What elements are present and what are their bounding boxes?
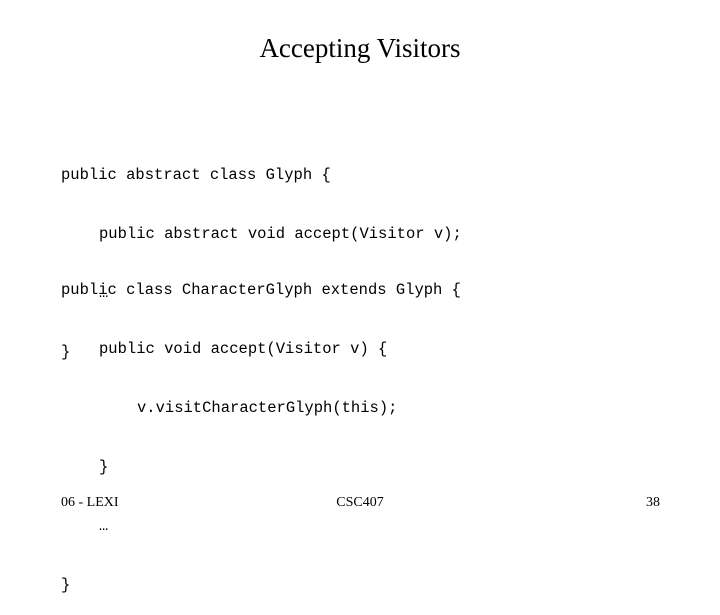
code-line: public class CharacterGlyph extends Glyp…: [61, 281, 461, 299]
code-line: }: [99, 458, 109, 476]
slide-title: Accepting Visitors: [259, 33, 461, 63]
footer-course-code: CSC407: [336, 495, 384, 510]
code-block-character-glyph: public class CharacterGlyph extends Glyp…: [61, 243, 461, 615]
footer-page-number: 38: [646, 495, 660, 510]
code-line: v.visitCharacterGlyph(this);: [137, 399, 398, 417]
code-line: public abstract class Glyph {: [61, 166, 331, 184]
code-line: }: [61, 576, 71, 594]
code-line: public void accept(Visitor v) {: [99, 340, 388, 358]
code-line-ellipsis: …: [99, 517, 109, 535]
